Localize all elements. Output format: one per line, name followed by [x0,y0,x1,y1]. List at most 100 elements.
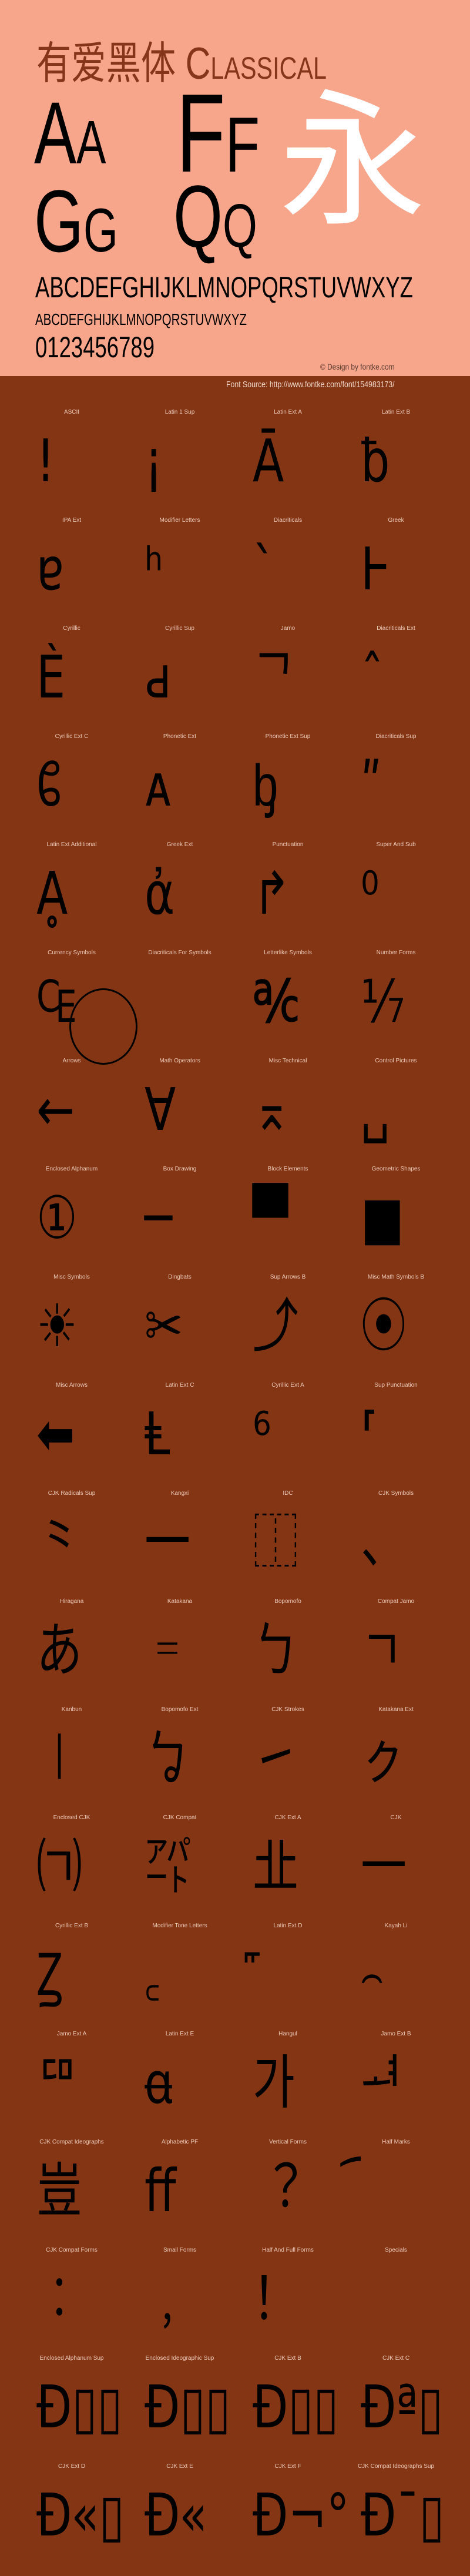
block-label: Jamo Ext B [381,2031,411,2037]
block-cell: Enclosed Alphanum Sup Ð▯▯ [18,2355,126,2463]
block-sample-glyph: Ⱡ [145,1400,170,1468]
block-cell: Modifier Letters ʰ [126,517,234,625]
block-cell: Latin Ext Additional Ḁ [18,841,126,950]
block-label: Katakana Ext [378,1706,414,1713]
block-label: Phonetic Ext Sup [265,733,311,740]
block-label: IPA Ext [62,517,82,524]
block-sample-glyph: ﹐ [145,2265,190,2333]
block-label: Jamo Ext A [56,2031,87,2037]
block-sample-glyph: ─ [145,1183,172,1252]
block-cell: CJK Compat Ideographs 豈 [18,2139,126,2247]
block-label: Kangxi [170,1490,189,1497]
block-cell: Greek Ext ἀ [126,841,234,950]
block-label: CJK Compat [163,1814,197,1821]
sample-aa: Aa [34,83,106,182]
block-label: Latin Ext Additional [46,841,97,848]
block-cell: CJK Ext C Ðª▯ [342,2355,450,2463]
block-cell: Misc Symbols ☀ [18,1274,126,1382]
block-cell: CJK Strokes ㇀ [234,1706,342,1814]
block-cell: Phonetic Ext ᴀ [126,733,234,841]
block-sample-glyph: ᴀ [145,751,172,820]
block-sample-glyph: Ð¯▯ [361,2481,445,2550]
block-sample-glyph: ﬀ [145,2156,176,2225]
block-label: Cyrillic Ext C [55,733,89,740]
block-cell: Control Pictures ␣ [342,1058,450,1166]
block-cell: Misc Arrows ⬅ [18,1382,126,1490]
block-cell: CJK Ext E Ð« [126,2463,234,2571]
block-cell: Arrows ← [18,1058,126,1166]
block-sample-glyph: ɐ [36,535,64,603]
block-label: CJK Ext E [166,2463,193,2470]
block-label: Latin 1 Sup [164,409,195,415]
block-label: Modifier Tone Letters [152,1923,207,1929]
block-sample-glyph: ⁶ [253,1400,271,1468]
block-label: Enclosed Ideographic Sup [145,2355,214,2362]
design-credit: © Design by fontke.com [320,362,395,371]
block-label: Box Drawing [163,1166,197,1172]
block-label: Sup Arrows B [270,1274,306,1280]
block-sample-glyph: ℀ [253,967,300,1036]
block-label: Diacriticals [273,517,303,524]
block-sample-glyph: ꥠ [36,2048,79,2117]
sample-qq: Qq [173,167,257,266]
block-sample-glyph: Ð▯▯ [36,2373,123,2441]
block-label: CJK Strokes [271,1706,304,1713]
block-label: Diacriticals Ext [377,625,415,632]
block-sample-glyph: ∀ [145,1075,176,1144]
block-sample-glyph: ƀ [361,427,390,495]
block-label: Block Elements [267,1166,308,1172]
block-cell: Enclosed CJK ㈀ [18,1814,126,1923]
block-sample-glyph: 㐀 [253,1832,298,1901]
block-label: Modifier Letters [159,517,200,524]
block-sample-glyph: あ [36,1616,82,1685]
block-label: Phonetic Ext [163,733,197,740]
block-label: Cyrillic [63,625,80,632]
block-label: Latin Ext C [165,1382,194,1388]
block-label: CJK Ext A [274,1814,301,1821]
block-sample-glyph: ˋ [253,535,276,603]
block-cell: Cyrillic Ext C ᲀ [18,733,126,841]
block-label: Kayah Li [384,1923,408,1929]
block-sample-glyph: ▀ [253,1183,288,1252]
block-cell: CJK Ext D Ð«▯ [18,2463,126,2571]
block-label: Half And Full Forms [262,2247,314,2253]
block-sample-glyph: ʺ [361,751,382,820]
sample-cjk-glyph: 永 [279,76,426,247]
block-cell: Katakana ゠ [126,1598,234,1706]
block-label: Misc Symbols [53,1274,90,1280]
block-label: Enclosed Alphanum [45,1166,98,1172]
block-sample-glyph: ㈀ [36,1832,82,1901]
block-cell: Box Drawing ─ [126,1166,234,1274]
lowercase-alphabet: abcdefghijklmnopqrstuvwxyz [35,304,247,330]
block-label: CJK Ext F [274,2463,301,2470]
block-sample-glyph: Ð¬° [253,2481,350,2550]
block-label: Alphabetic PF [161,2139,199,2145]
font-source-link[interactable]: Font Source: http://www.fontke.com/font/… [226,380,394,390]
block-label: Hangul [278,2031,297,2037]
block-sample-glyph: ᄀ [253,643,295,712]
block-cell: IDC ⿰ [234,1490,342,1598]
block-cell: Compat Jamo ㄱ [342,1598,450,1706]
block-cell: Diacriticals ˋ [234,517,342,625]
block-cell: Modifier Tone Letters ꜀ [126,1923,234,2031]
block-cell: Super And Sub ⁰ [342,841,450,950]
digits-sample: 0123456789 [35,331,155,364]
block-sample-glyph: ！ [253,2265,298,2333]
block-cell: Currency Symbols ₠ [18,950,137,1065]
block-cell: CJK Radicals Sup ⺀ [18,1490,126,1598]
block-sample-glyph: ︖ [253,2156,298,2225]
block-cell: CJK Compat ㌀ [126,1814,234,1923]
block-cell: Latin Ext B ƀ [342,409,450,517]
block-label: ASCII [63,409,80,415]
block-sample-glyph: ㄅ [253,1616,298,1685]
block-cell: Number Forms ⅐ [342,950,450,1058]
block-cell: Math Operators ∀ [126,1058,234,1166]
block-sample-glyph: 、 [361,1508,407,1577]
block-cell: CJK Ext B Ð▯▯ [234,2355,342,2463]
block-label: Misc Technical [268,1058,307,1064]
block-cell: Latin Ext E ꬰ [126,2031,234,2139]
block-cell: Specials￼ [342,2247,450,2355]
block-sample-glyph: Ā [253,427,284,495]
block-sample-glyph: Ḁ [36,859,68,928]
block-label: Math Operators [159,1058,200,1064]
